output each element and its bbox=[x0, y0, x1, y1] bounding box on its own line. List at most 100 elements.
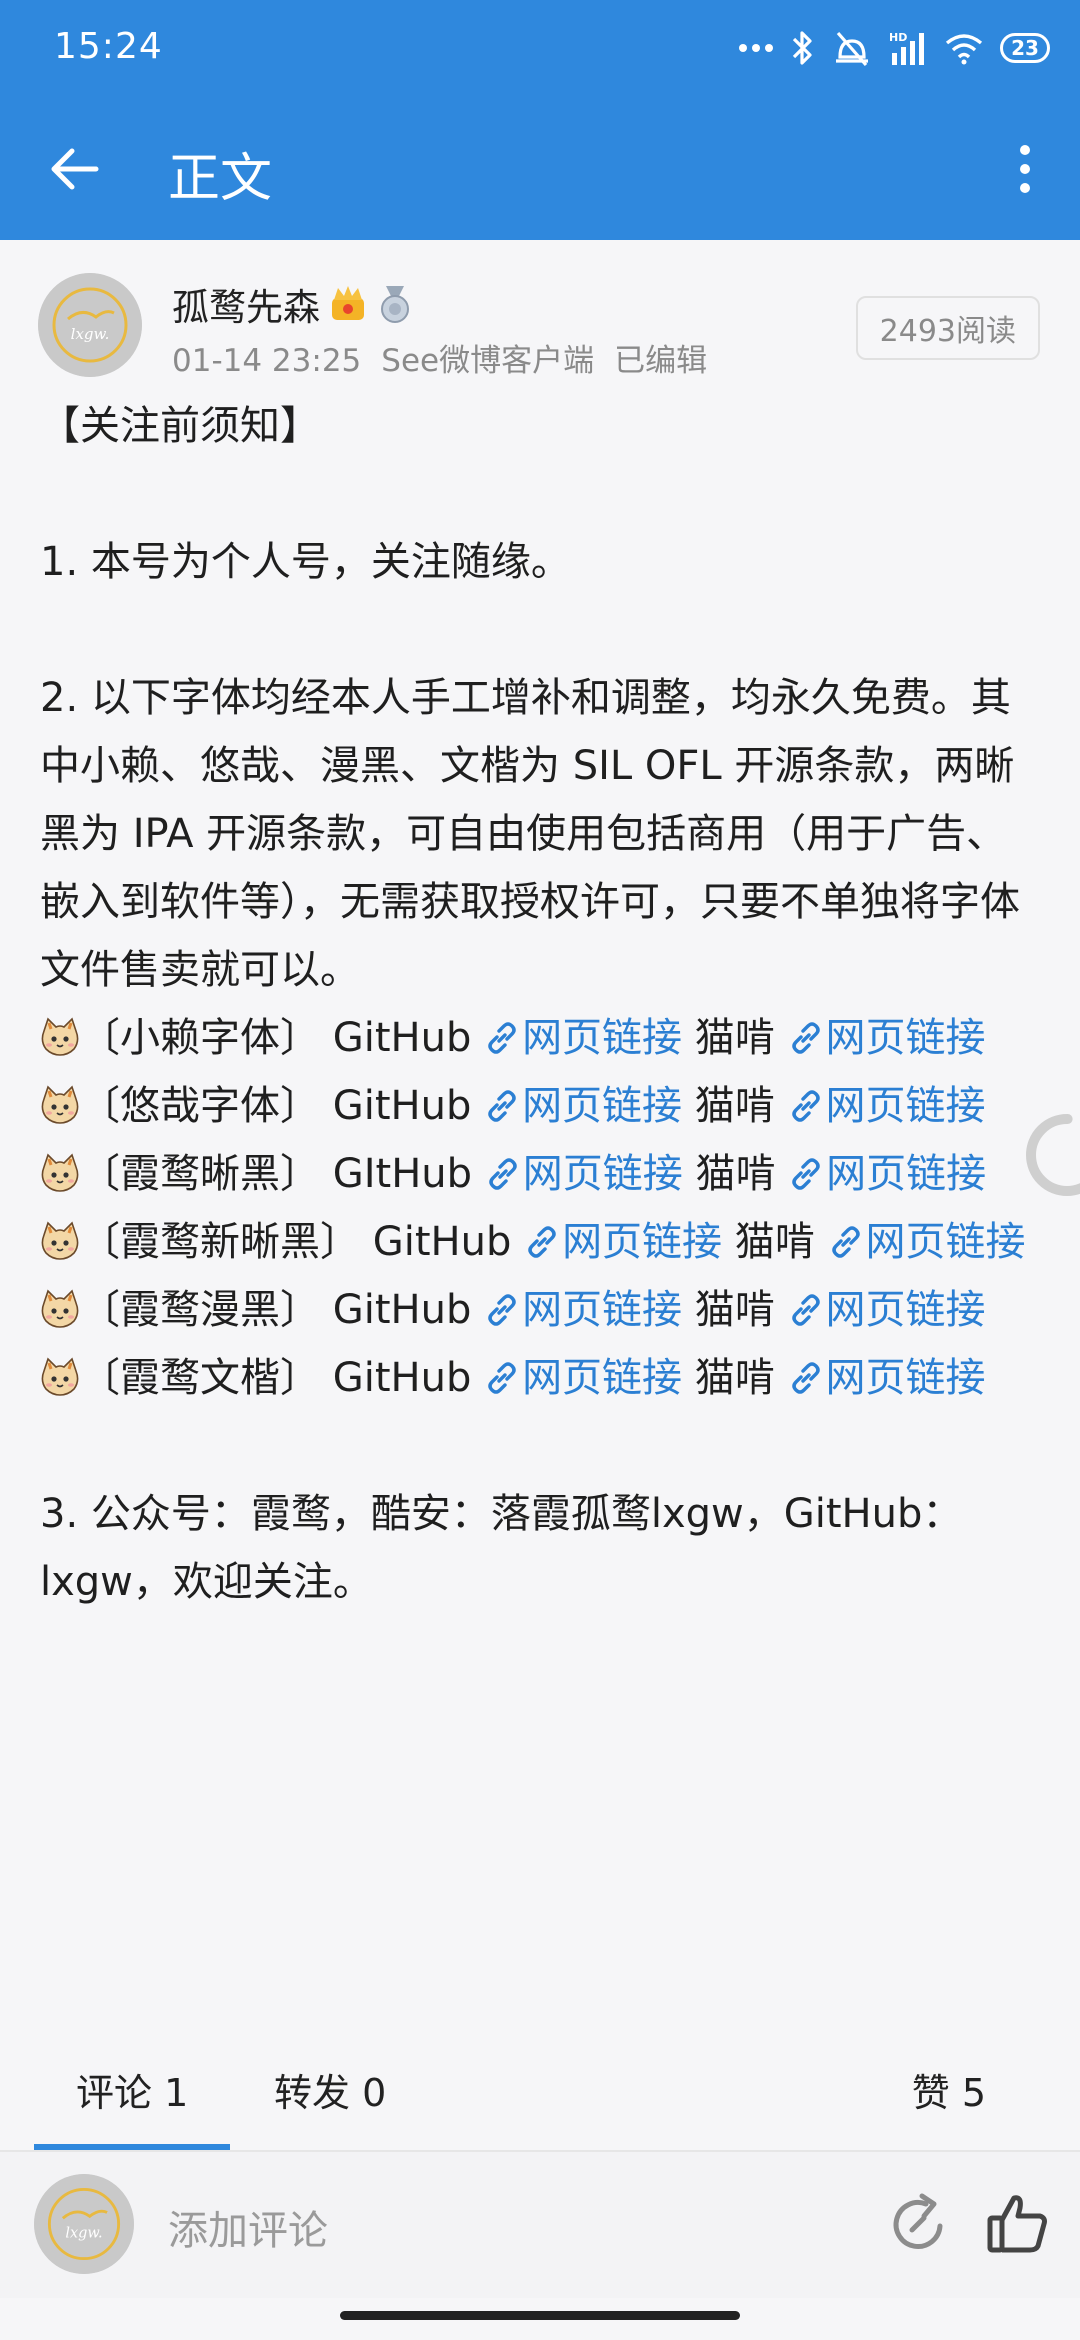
post-meta: 01-14 23:25 See微博客户端 已编辑 bbox=[172, 335, 727, 380]
font-name: 〔霞鹜晰黑〕 bbox=[80, 1151, 320, 1197]
maoshao-web-link[interactable]: 网页链接 bbox=[788, 1015, 986, 1061]
github-web-link[interactable]: 网页链接 bbox=[485, 1151, 683, 1197]
post-body: 【关注前须知】 1. 本号为个人号，关注随缘。 2. 以下字体均经本人手工增补和… bbox=[40, 392, 1040, 1616]
svg-text:HD: HD bbox=[889, 31, 907, 44]
link-icon bbox=[484, 1083, 522, 1129]
page-title: 正文 bbox=[168, 149, 273, 209]
maoshao-web-link[interactable]: 网页链接 bbox=[828, 1219, 1026, 1265]
link-icon bbox=[484, 1287, 522, 1333]
medal-badge-icon bbox=[381, 286, 409, 323]
font-name: 〔霞鹜漫黑〕 bbox=[80, 1287, 320, 1333]
link-icon bbox=[524, 1219, 562, 1265]
thumbs-up-icon[interactable] bbox=[984, 2190, 1052, 2258]
post-timestamp: 01-14 23:25 bbox=[172, 343, 362, 379]
maoshao-web-link[interactable]: 网页链接 bbox=[788, 1355, 986, 1401]
my-avatar[interactable]: lxgw. bbox=[34, 2174, 134, 2274]
maoshao-label: 猫啃 bbox=[695, 1151, 776, 1197]
link-icon bbox=[788, 1015, 826, 1061]
post-heading: 【关注前须知】 bbox=[40, 403, 320, 449]
cat-emoji-icon bbox=[40, 1015, 80, 1061]
github-label: GitHub bbox=[332, 1015, 472, 1061]
cat-emoji-icon bbox=[40, 1219, 80, 1265]
author-name[interactable]: 孤鹜先森 bbox=[172, 277, 320, 331]
svg-text:lxgw.: lxgw. bbox=[65, 2225, 102, 2241]
status-icons: HD 23 bbox=[738, 26, 1050, 70]
tab-active-indicator bbox=[34, 2144, 230, 2150]
link-icon bbox=[828, 1219, 866, 1265]
font-entry: 〔霞鹜漫黑〕 GitHub 网页链接 猫啃 网页链接 bbox=[40, 1276, 1040, 1344]
github-label: GitHub bbox=[332, 1083, 472, 1129]
more-dots-icon bbox=[739, 44, 773, 52]
link-icon bbox=[788, 1355, 826, 1401]
font-name: 〔霞鹜文楷〕 bbox=[80, 1355, 320, 1401]
maoshao-web-link[interactable]: 网页链接 bbox=[788, 1151, 986, 1197]
author-avatar[interactable]: lxgw. bbox=[38, 273, 142, 377]
lxgw-logo-icon: lxgw. bbox=[38, 273, 142, 377]
maoshao-label: 猫啃 bbox=[694, 1083, 775, 1129]
link-icon bbox=[485, 1151, 523, 1197]
post-source[interactable]: See微博客户端 bbox=[381, 343, 594, 379]
comment-bar: lxgw. 添加评论 bbox=[0, 2152, 1080, 2298]
font-entry: 〔霞鹜文楷〕 GitHub 网页链接 猫啃 网页链接 bbox=[40, 1344, 1040, 1412]
tab-comments[interactable]: 评论 1 bbox=[76, 2062, 188, 2117]
maoshao-web-link[interactable]: 网页链接 bbox=[788, 1083, 986, 1129]
github-label: GItHub bbox=[332, 1151, 473, 1197]
maoshao-label: 猫啃 bbox=[694, 1287, 775, 1333]
share-icon[interactable] bbox=[888, 2192, 952, 2256]
link-icon bbox=[484, 1015, 522, 1061]
link-icon bbox=[788, 1083, 826, 1129]
home-indicator bbox=[340, 2311, 740, 2320]
github-web-link[interactable]: 网页链接 bbox=[484, 1355, 682, 1401]
bluetooth-icon bbox=[792, 31, 812, 65]
lxgw-logo-icon: lxgw. bbox=[34, 2174, 134, 2274]
cat-emoji-icon bbox=[40, 1083, 80, 1129]
link-icon bbox=[484, 1355, 522, 1401]
cat-emoji-icon bbox=[40, 1151, 80, 1197]
hd-signal-icon: HD bbox=[889, 31, 924, 65]
post-edited: 已编辑 bbox=[614, 343, 708, 379]
feedback-tabs: 评论 1 转发 0 赞 5 bbox=[0, 2044, 1080, 2152]
app-bar: 正文 bbox=[0, 96, 1080, 240]
font-entry: 〔霞鹜新晰黑〕 GitHub 网页链接 猫啃 网页链接 bbox=[40, 1208, 1040, 1276]
alarm-off-icon bbox=[836, 31, 868, 67]
more-options-button[interactable] bbox=[990, 134, 1060, 204]
post-paragraph-3: 3. 公众号：霞鹜，酷安：落霞孤鹜lxgw，GitHub：lxgw，欢迎关注。 bbox=[40, 1491, 963, 1605]
font-name: 〔霞鹜新晰黑〕 bbox=[80, 1219, 360, 1265]
loading-spinner-icon bbox=[1026, 1114, 1080, 1196]
maoshao-label: 猫啃 bbox=[694, 1015, 775, 1061]
github-web-link[interactable]: 网页链接 bbox=[524, 1219, 722, 1265]
font-name: 〔小赖字体〕 bbox=[80, 1015, 320, 1061]
github-label: GitHub bbox=[372, 1219, 512, 1265]
tab-reposts[interactable]: 转发 0 bbox=[274, 2062, 386, 2117]
font-entry: 〔霞鹜晰黑〕 GItHub 网页链接 猫啃 网页链接 bbox=[40, 1140, 1040, 1208]
github-web-link[interactable]: 网页链接 bbox=[484, 1083, 682, 1129]
post-paragraph-2: 2. 以下字体均经本人手工增补和调整，均永久免费。其中小赖、悠哉、漫黑、文楷为 … bbox=[40, 675, 1020, 993]
font-entry: 〔悠哉字体〕 GitHub 网页链接 猫啃 网页链接 bbox=[40, 1072, 1040, 1140]
more-vertical-icon bbox=[1020, 145, 1030, 193]
tab-likes[interactable]: 赞 5 bbox=[912, 2062, 986, 2117]
comment-input[interactable]: 添加评论 bbox=[168, 2198, 328, 2256]
wifi-icon bbox=[945, 34, 983, 65]
font-name: 〔悠哉字体〕 bbox=[80, 1083, 320, 1129]
link-icon bbox=[788, 1287, 826, 1333]
maoshao-label: 猫啃 bbox=[694, 1355, 775, 1401]
author-name-row: 孤鹜先森 bbox=[172, 277, 414, 331]
svg-text:lxgw.: lxgw. bbox=[71, 325, 110, 343]
back-button[interactable] bbox=[40, 134, 110, 204]
github-web-link[interactable]: 网页链接 bbox=[484, 1015, 682, 1061]
maoshao-label: 猫啃 bbox=[734, 1219, 815, 1265]
battery-indicator: 23 bbox=[1000, 33, 1050, 63]
font-list: 〔小赖字体〕 GitHub 网页链接 猫啃 网页链接 〔悠哉字体〕 GitHub … bbox=[40, 1004, 1040, 1412]
crown-badge-icon bbox=[332, 286, 364, 320]
font-entry: 〔小赖字体〕 GitHub 网页链接 猫啃 网页链接 bbox=[40, 1004, 1040, 1072]
github-label: GitHub bbox=[332, 1355, 472, 1401]
read-count-badge: 2493阅读 bbox=[855, 296, 1040, 360]
cat-emoji-icon bbox=[40, 1355, 80, 1401]
github-web-link[interactable]: 网页链接 bbox=[484, 1287, 682, 1333]
status-bar: 15:24 HD 23 bbox=[0, 0, 1080, 96]
cat-emoji-icon bbox=[40, 1287, 80, 1333]
header: 15:24 HD 23 正文 bbox=[0, 0, 1080, 240]
status-time: 15:24 bbox=[54, 26, 163, 67]
arrow-left-icon bbox=[51, 148, 99, 190]
maoshao-web-link[interactable]: 网页链接 bbox=[788, 1287, 986, 1333]
